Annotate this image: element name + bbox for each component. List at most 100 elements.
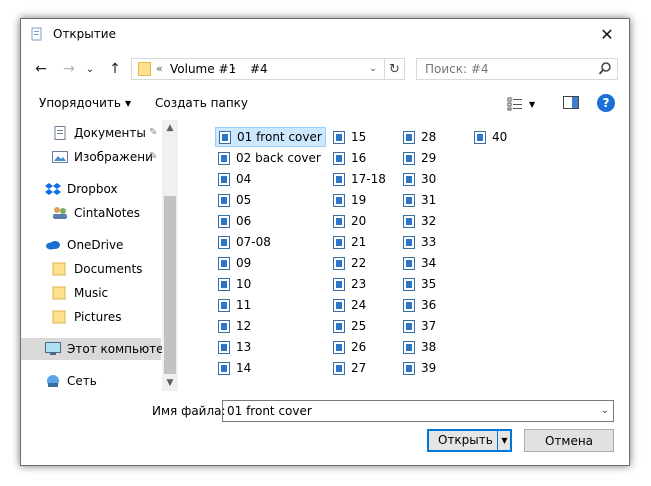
open-file-dialog: Открытие ✕ ← → ⌄ ↑ « Volume #1 › #4 ⌄ ↻ … xyxy=(20,18,630,466)
file-name: 13 xyxy=(236,340,252,354)
sidebar-item-music[interactable]: Music xyxy=(21,282,161,304)
scrollbar-thumb[interactable] xyxy=(164,196,176,374)
file-item[interactable]: 25 xyxy=(330,316,369,336)
file-item[interactable]: 33 xyxy=(400,232,439,252)
documents-icon xyxy=(54,126,66,140)
sidebar-item-network[interactable]: Сеть xyxy=(21,370,161,391)
navigation-pane-scrollbar[interactable]: ▲ ▼ xyxy=(162,120,178,391)
file-item[interactable]: 01 front cover xyxy=(215,127,326,147)
file-item[interactable]: 39 xyxy=(400,358,439,378)
search-input[interactable]: Поиск: #4 xyxy=(416,58,618,80)
file-item[interactable]: 34 xyxy=(400,253,439,273)
file-item[interactable]: 05 xyxy=(215,190,254,210)
image-file-icon xyxy=(333,256,345,270)
file-item[interactable]: 35 xyxy=(400,274,439,294)
sidebar-item-cintanotes[interactable]: CintaNotes xyxy=(21,202,161,224)
filename-combobox[interactable]: 01 front cover ⌄ xyxy=(222,400,614,422)
file-item[interactable]: 16 xyxy=(330,148,369,168)
file-name: 28 xyxy=(421,130,437,144)
image-file-icon xyxy=(219,130,231,144)
file-item[interactable]: 17-18 xyxy=(330,169,389,189)
close-button[interactable]: ✕ xyxy=(585,19,629,50)
file-item[interactable]: 15 xyxy=(330,127,369,147)
file-item[interactable]: 22 xyxy=(330,253,369,273)
file-item[interactable]: 37 xyxy=(400,316,439,336)
breadcrumb-current[interactable]: #4 xyxy=(250,62,268,76)
cancel-button[interactable]: Отмена xyxy=(524,429,614,452)
file-item[interactable]: 27 xyxy=(330,358,369,378)
file-item[interactable]: 29 xyxy=(400,148,439,168)
file-item[interactable]: 13 xyxy=(215,337,254,357)
sidebar-item-onedrive[interactable]: OneDrive xyxy=(21,234,161,256)
file-item[interactable]: 40 xyxy=(471,127,510,147)
file-item[interactable]: 11 xyxy=(215,295,254,315)
file-name: 12 xyxy=(236,319,252,333)
image-file-icon xyxy=(403,193,415,207)
change-view-button[interactable]: ▼ xyxy=(507,94,543,114)
filename-input[interactable]: 01 front cover xyxy=(227,404,312,418)
scroll-up-icon[interactable]: ▲ xyxy=(162,120,178,136)
refresh-button[interactable]: ↻ xyxy=(384,59,404,79)
image-file-icon xyxy=(218,298,230,312)
sidebar-item-this-pc[interactable]: Этот компьютер xyxy=(21,338,171,360)
new-folder-button[interactable]: Создать папку xyxy=(155,96,248,110)
file-item[interactable]: 09 xyxy=(215,253,254,273)
up-button[interactable]: ↑ xyxy=(105,59,125,79)
file-name: 05 xyxy=(236,193,252,207)
file-item[interactable]: 06 xyxy=(215,211,254,231)
back-button[interactable]: ← xyxy=(31,59,51,79)
sidebar-item-pictures[interactable]: Pictures xyxy=(21,306,161,328)
file-name: 17-18 xyxy=(351,172,386,186)
file-item[interactable]: 23 xyxy=(330,274,369,294)
organize-button[interactable]: Упорядочить ▼ xyxy=(39,96,131,110)
file-item[interactable]: 36 xyxy=(400,295,439,315)
file-item[interactable]: 38 xyxy=(400,337,439,357)
breadcrumb-separator-icon[interactable]: › xyxy=(231,61,236,75)
file-item[interactable]: 19 xyxy=(330,190,369,210)
file-item[interactable]: 28 xyxy=(400,127,439,147)
image-file-icon xyxy=(333,319,345,333)
sidebar-item-documents-ru[interactable]: Документы ✎ xyxy=(21,122,161,144)
file-item[interactable]: 32 xyxy=(400,211,439,231)
file-item[interactable]: 14 xyxy=(215,358,254,378)
navigation-pane: Документы ✎ Изображени ✎ Dropbox CintaNo… xyxy=(21,120,178,391)
scroll-down-icon[interactable]: ▼ xyxy=(162,375,178,391)
file-item[interactable]: 21 xyxy=(330,232,369,252)
chevron-down-icon[interactable]: ⌄ xyxy=(601,405,609,416)
file-item[interactable]: 07-08 xyxy=(215,232,274,252)
address-dropdown-icon[interactable]: ⌄ xyxy=(364,60,382,78)
image-file-icon xyxy=(218,340,230,354)
file-item[interactable]: 31 xyxy=(400,190,439,210)
up-arrow-icon: ↑ xyxy=(109,61,121,77)
sidebar-item-dropbox[interactable]: Dropbox xyxy=(21,178,161,200)
sidebar-item-pictures-ru[interactable]: Изображени ✎ xyxy=(21,146,161,168)
file-name: 14 xyxy=(236,361,252,375)
file-item[interactable]: 20 xyxy=(330,211,369,231)
file-item[interactable]: 24 xyxy=(330,295,369,315)
app-icon xyxy=(31,27,42,41)
recent-locations-button[interactable]: ⌄ xyxy=(83,59,97,79)
open-options-dropdown-icon[interactable]: ▼ xyxy=(497,430,511,451)
open-button[interactable]: Открыть ▼ xyxy=(427,429,512,452)
image-file-icon xyxy=(218,256,230,270)
image-file-icon xyxy=(403,277,415,291)
caret-down-icon: ▼ xyxy=(124,99,132,108)
file-name: 25 xyxy=(351,319,367,333)
file-item[interactable]: 02 back cover xyxy=(215,148,324,168)
preview-pane-icon[interactable] xyxy=(563,96,579,109)
file-item[interactable]: 10 xyxy=(215,274,254,294)
breadcrumb-overflow-icon[interactable]: « xyxy=(156,62,163,75)
file-name: 04 xyxy=(236,172,252,186)
file-item[interactable]: 30 xyxy=(400,169,439,189)
file-item[interactable]: 26 xyxy=(330,337,369,357)
sidebar-item-documents[interactable]: Documents xyxy=(21,258,161,280)
file-item[interactable]: 12 xyxy=(215,316,254,336)
forward-button[interactable]: → xyxy=(59,59,79,79)
help-icon[interactable]: ? xyxy=(597,94,615,112)
image-file-icon xyxy=(218,214,230,228)
file-name: 16 xyxy=(351,151,367,165)
address-bar[interactable]: « Volume #1 › #4 ⌄ ↻ xyxy=(131,58,405,80)
file-item[interactable]: 04 xyxy=(215,169,254,189)
file-name: 15 xyxy=(351,130,367,144)
breadcrumb-volume[interactable]: Volume #1 xyxy=(170,62,236,76)
